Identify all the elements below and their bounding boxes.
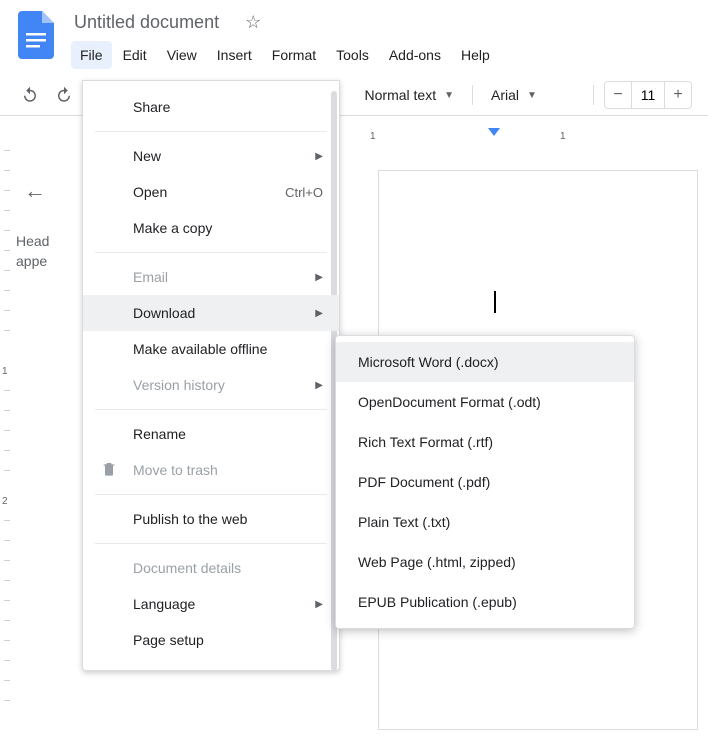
menu-document-details[interactable]: Document details bbox=[83, 550, 339, 586]
menu-file[interactable]: File bbox=[71, 41, 112, 69]
menu-email[interactable]: Email ▶ bbox=[83, 259, 339, 295]
menu-label: Share bbox=[133, 99, 170, 115]
menu-label: Page setup bbox=[133, 632, 204, 648]
menu-help[interactable]: Help bbox=[452, 41, 499, 69]
menu-label: Publish to the web bbox=[133, 511, 247, 527]
font-size-increase[interactable]: + bbox=[665, 82, 691, 108]
vruler-1: 1 bbox=[2, 366, 8, 377]
menu-rename[interactable]: Rename bbox=[83, 416, 339, 452]
ruler-tick-1b: 1 bbox=[560, 131, 566, 142]
download-html[interactable]: Web Page (.html, zipped) bbox=[336, 542, 634, 582]
undo-button[interactable] bbox=[16, 81, 44, 109]
submenu-arrow-icon: ▶ bbox=[315, 151, 323, 162]
outline-panel: ← Head appe bbox=[16, 170, 76, 271]
redo-button[interactable] bbox=[50, 81, 78, 109]
chevron-down-icon: ▼ bbox=[527, 90, 537, 101]
menu-edit[interactable]: Edit bbox=[114, 41, 156, 69]
file-menu-dropdown: Share New ▶ Open Ctrl+O Make a copy Email ▶… bbox=[82, 80, 340, 671]
download-odt[interactable]: OpenDocument Format (.odt) bbox=[336, 382, 634, 422]
vruler-2: 2 bbox=[2, 496, 8, 507]
text-cursor bbox=[494, 291, 496, 313]
document-title[interactable]: Untitled document bbox=[68, 8, 225, 37]
font-select[interactable]: Arial ▼ bbox=[483, 83, 583, 107]
menu-label: New bbox=[133, 148, 161, 164]
menu-bar: File Edit View Insert Format Tools Add-o… bbox=[68, 41, 499, 69]
font-size-stepper: − 11 + bbox=[604, 81, 692, 109]
menu-new[interactable]: New ▶ bbox=[83, 138, 339, 174]
menu-tools[interactable]: Tools bbox=[327, 41, 378, 69]
menu-view[interactable]: View bbox=[158, 41, 206, 69]
paragraph-style-select[interactable]: Normal text ▼ bbox=[357, 83, 462, 107]
menu-label: Language bbox=[133, 596, 195, 612]
docs-logo-icon[interactable] bbox=[16, 8, 56, 62]
toolbar-separator bbox=[593, 85, 594, 105]
menu-label: Document details bbox=[133, 560, 241, 576]
menu-format[interactable]: Format bbox=[263, 41, 325, 69]
menu-separator bbox=[95, 252, 327, 253]
ruler-tick-1: 1 bbox=[370, 131, 376, 142]
horizontal-ruler[interactable]: 1 1 bbox=[360, 128, 708, 144]
download-epub[interactable]: EPUB Publication (.epub) bbox=[336, 582, 634, 622]
menu-label: Version history bbox=[133, 377, 225, 393]
menu-version-history[interactable]: Version history ▶ bbox=[83, 367, 339, 403]
menu-label: Make a copy bbox=[133, 220, 212, 236]
back-arrow-icon[interactable]: ← bbox=[16, 170, 76, 212]
outline-hint: Head appe bbox=[16, 232, 76, 271]
menu-addons[interactable]: Add-ons bbox=[380, 41, 450, 69]
menu-page-setup[interactable]: Page setup bbox=[83, 622, 339, 658]
vertical-ruler[interactable]: 1 2 bbox=[0, 130, 14, 744]
paragraph-style-label: Normal text bbox=[365, 87, 437, 103]
toolbar-separator bbox=[472, 85, 473, 105]
menu-label: Move to trash bbox=[133, 462, 218, 478]
menu-language[interactable]: Language ▶ bbox=[83, 586, 339, 622]
trash-icon bbox=[101, 461, 117, 480]
menu-make-copy[interactable]: Make a copy bbox=[83, 210, 339, 246]
download-submenu: Microsoft Word (.docx) OpenDocument Form… bbox=[335, 335, 635, 629]
indent-marker-icon[interactable] bbox=[488, 128, 500, 143]
download-rtf[interactable]: Rich Text Format (.rtf) bbox=[336, 422, 634, 462]
download-txt[interactable]: Plain Text (.txt) bbox=[336, 502, 634, 542]
menu-separator bbox=[95, 543, 327, 544]
download-docx[interactable]: Microsoft Word (.docx) bbox=[336, 342, 634, 382]
menu-separator bbox=[95, 131, 327, 132]
menu-publish[interactable]: Publish to the web bbox=[83, 501, 339, 537]
menu-label: Make available offline bbox=[133, 341, 267, 357]
submenu-arrow-icon: ▶ bbox=[315, 380, 323, 391]
menu-open[interactable]: Open Ctrl+O bbox=[83, 174, 339, 210]
shortcut-label: Ctrl+O bbox=[285, 185, 323, 200]
menu-insert[interactable]: Insert bbox=[208, 41, 261, 69]
font-size-decrease[interactable]: − bbox=[605, 82, 631, 108]
menu-label: Download bbox=[133, 305, 195, 321]
menu-move-to-trash[interactable]: Move to trash bbox=[83, 452, 339, 488]
menu-share[interactable]: Share bbox=[83, 89, 339, 125]
submenu-arrow-icon: ▶ bbox=[315, 599, 323, 610]
download-pdf[interactable]: PDF Document (.pdf) bbox=[336, 462, 634, 502]
star-icon[interactable]: ☆ bbox=[245, 12, 261, 33]
outline-hint-line: appe bbox=[16, 252, 76, 272]
outline-hint-line: Head bbox=[16, 232, 76, 252]
menu-offline[interactable]: Make available offline bbox=[83, 331, 339, 367]
menu-separator bbox=[95, 494, 327, 495]
font-size-value[interactable]: 11 bbox=[631, 82, 665, 108]
menu-label: Rename bbox=[133, 426, 186, 442]
font-label: Arial bbox=[491, 87, 519, 103]
menu-label: Email bbox=[133, 269, 168, 285]
menu-separator bbox=[95, 409, 327, 410]
submenu-arrow-icon: ▶ bbox=[315, 272, 323, 283]
menu-label: Open bbox=[133, 184, 167, 200]
submenu-arrow-icon: ▶ bbox=[315, 308, 323, 319]
chevron-down-icon: ▼ bbox=[444, 90, 454, 101]
menu-download[interactable]: Download ▶ bbox=[83, 295, 339, 331]
